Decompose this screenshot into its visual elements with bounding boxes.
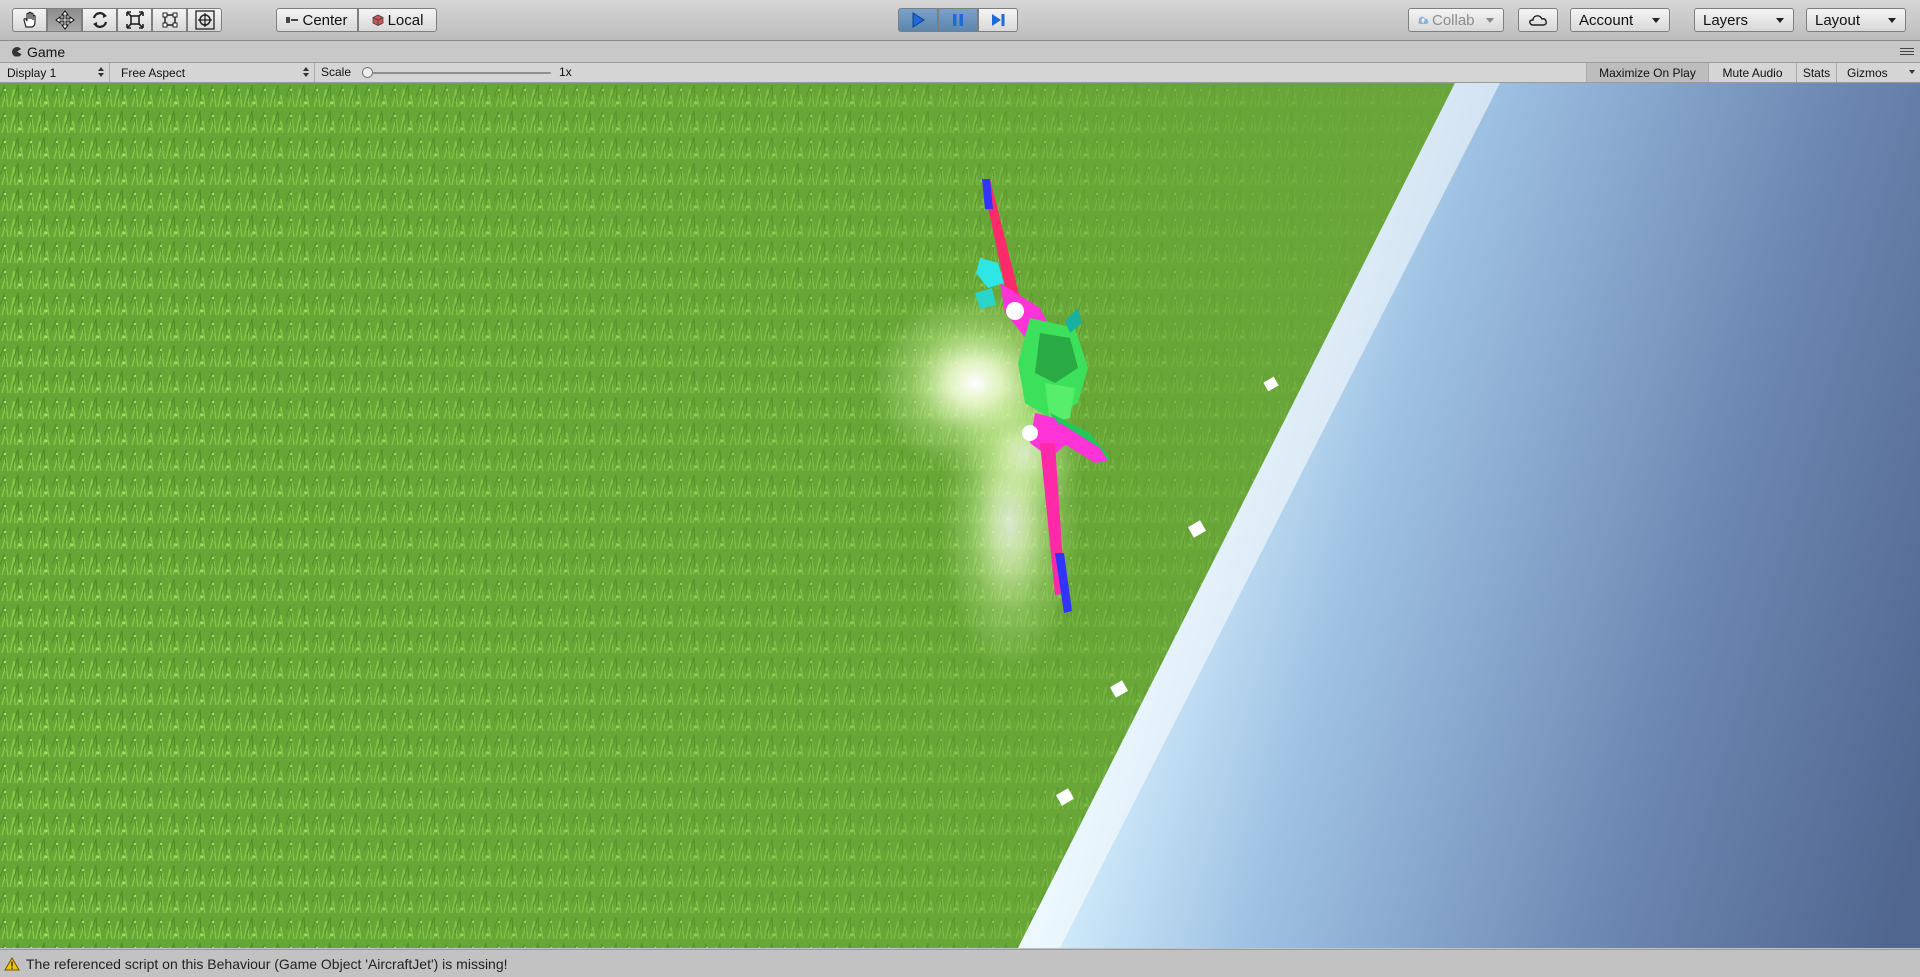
- tab-bar: Game: [0, 41, 1920, 63]
- chevron-down-icon: [1776, 18, 1784, 23]
- scale-slider-thumb[interactable]: [362, 67, 373, 78]
- main-toolbar: Center Local Collab Account Layers Layou…: [0, 0, 1920, 41]
- stats-label: Stats: [1802, 65, 1831, 80]
- scale-label: Scale: [321, 65, 352, 79]
- select-arrows-icon: [303, 67, 309, 77]
- account-dropdown[interactable]: Account: [1570, 8, 1670, 32]
- step-button[interactable]: [978, 8, 1018, 32]
- status-message: The referenced script on this Behaviour …: [26, 955, 508, 972]
- warning-icon: [4, 956, 20, 970]
- scale-icon: [125, 11, 144, 29]
- chevron-down-icon: [1888, 18, 1896, 23]
- pivot-icon: [286, 17, 299, 23]
- collab-label: Collab: [1432, 11, 1475, 29]
- layers-dropdown[interactable]: Layers: [1694, 8, 1794, 32]
- chevron-down-icon: [1486, 18, 1494, 23]
- play-button[interactable]: [898, 8, 938, 32]
- move-tool-button[interactable]: [47, 8, 82, 32]
- move-arrows-icon: [54, 10, 75, 30]
- display-value: Display 1: [7, 65, 57, 80]
- mute-audio-toggle[interactable]: Mute Audio: [1708, 63, 1796, 82]
- hand-icon: [22, 11, 36, 28]
- play-icon: [912, 12, 925, 28]
- display-select[interactable]: Display 1: [0, 63, 110, 82]
- scale-slider-track[interactable]: [364, 72, 551, 74]
- aspect-value: Free Aspect: [121, 65, 186, 80]
- space-local-toggle[interactable]: Local: [358, 8, 437, 32]
- cloud-icon: [1529, 15, 1547, 26]
- transform-icon: [194, 10, 215, 30]
- game-render: [0, 83, 1920, 948]
- rect-transform-icon: [162, 12, 177, 28]
- maximize-label: Maximize On Play: [1599, 65, 1696, 80]
- select-arrows-icon: [98, 67, 104, 77]
- status-bar[interactable]: The referenced script on this Behaviour …: [0, 949, 1920, 977]
- tab-menu-icon[interactable]: [1900, 46, 1914, 56]
- chevron-down-icon: [1909, 70, 1915, 74]
- transform-tool-button[interactable]: [187, 8, 222, 32]
- maximize-on-play-toggle[interactable]: Maximize On Play: [1586, 63, 1708, 82]
- tab-game[interactable]: Game: [6, 41, 94, 62]
- aspect-select[interactable]: Free Aspect: [114, 63, 315, 82]
- step-icon: [992, 14, 1005, 26]
- gizmos-dropdown[interactable]: Gizmos: [1836, 63, 1920, 82]
- scale-value: 1x: [559, 65, 572, 79]
- rect-tool-button[interactable]: [152, 8, 187, 32]
- pause-button[interactable]: [938, 8, 978, 32]
- collab-cloud-icon: [1418, 16, 1429, 24]
- game-viewport[interactable]: [0, 83, 1920, 948]
- pause-icon: [953, 14, 963, 26]
- mute-label: Mute Audio: [1722, 65, 1783, 80]
- rotate-icon: [92, 12, 107, 28]
- pivot-center-toggle[interactable]: Center: [276, 8, 358, 32]
- cloud-services-button[interactable]: [1518, 8, 1558, 32]
- gizmos-label: Gizmos: [1847, 65, 1888, 80]
- layout-dropdown[interactable]: Layout: [1806, 8, 1906, 32]
- collab-dropdown[interactable]: Collab: [1408, 8, 1504, 32]
- layers-label: Layers: [1703, 11, 1749, 29]
- game-view-toolbar: Display 1 Free Aspect Scale 1x Maximize …: [0, 63, 1920, 83]
- chevron-down-icon: [1652, 18, 1660, 23]
- pivot-label: Center: [302, 11, 348, 29]
- game-view-icon: [12, 46, 22, 57]
- stats-toggle[interactable]: Stats: [1796, 63, 1836, 82]
- tab-title: Game: [27, 43, 66, 60]
- rotate-tool-button[interactable]: [82, 8, 117, 32]
- hand-tool-button[interactable]: [12, 8, 47, 32]
- space-label: Local: [387, 11, 424, 29]
- scale-tool-button[interactable]: [117, 8, 152, 32]
- layout-label: Layout: [1815, 11, 1861, 29]
- account-label: Account: [1579, 11, 1634, 29]
- local-cube-icon: [372, 14, 383, 26]
